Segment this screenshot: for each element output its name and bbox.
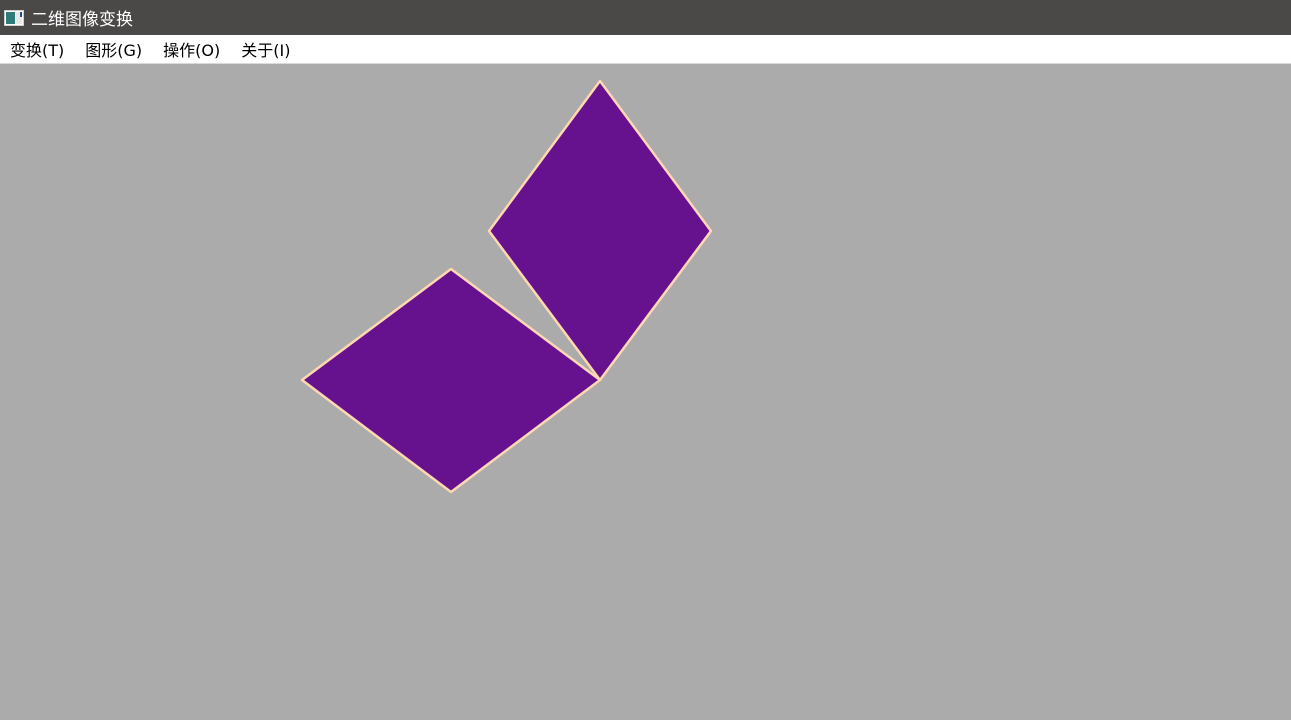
menu-about[interactable]: 关于(I): [241, 37, 290, 61]
menu-transform[interactable]: 变换(T): [10, 37, 64, 61]
menu-operation[interactable]: 操作(O): [163, 37, 220, 61]
app-window-icon: [4, 9, 24, 26]
window-title: 二维图像变换: [31, 10, 133, 30]
app-window: 二维图像变换 变换(T) 图形(G) 操作(O) 关于(I): [0, 0, 1291, 720]
menu-bar: 变换(T) 图形(G) 操作(O) 关于(I): [0, 35, 1291, 64]
drawing-canvas[interactable]: [0, 64, 1291, 720]
canvas-svg: [300, 79, 713, 494]
title-bar[interactable]: 二维图像变换: [0, 0, 1291, 35]
menu-graphics[interactable]: 图形(G): [85, 37, 142, 61]
